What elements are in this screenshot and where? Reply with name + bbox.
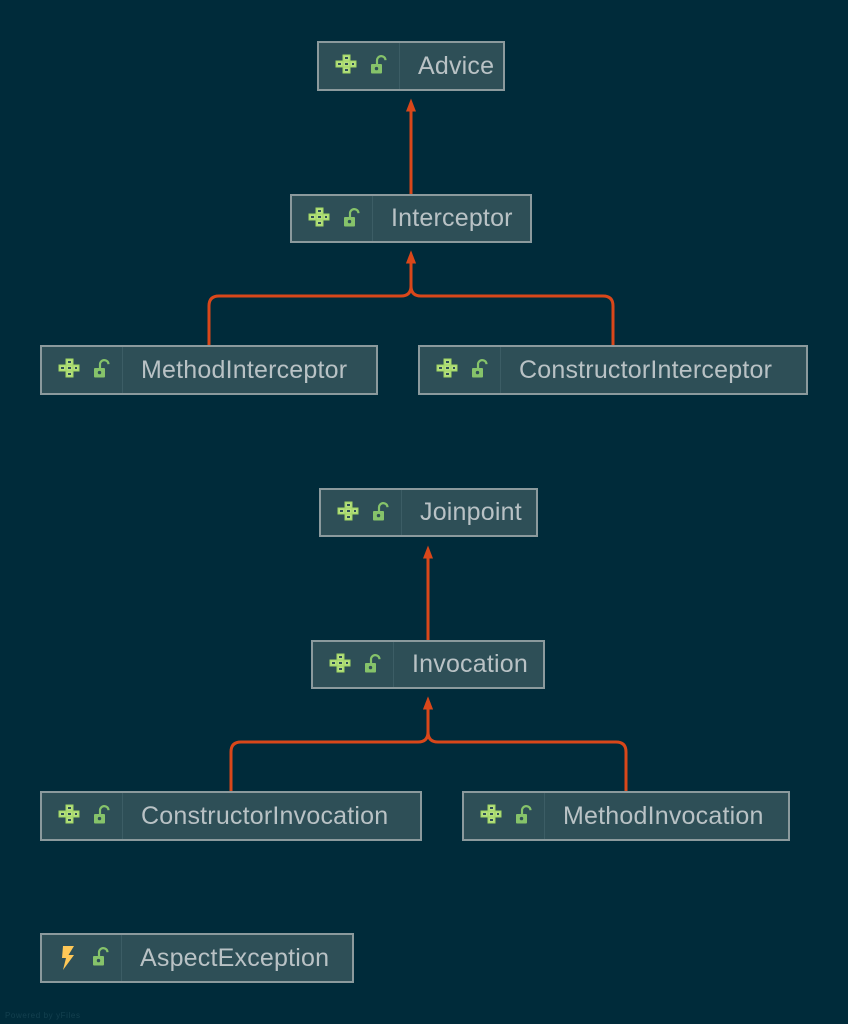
- class-node-method-invocation[interactable]: MethodInvocation: [462, 791, 790, 841]
- interface-icon: [58, 804, 80, 824]
- class-node-aspect-exception[interactable]: AspectException: [40, 933, 354, 983]
- node-icon-group: [42, 793, 123, 839]
- node-icon-group: [321, 490, 402, 535]
- unlocked-padlock-icon: [371, 55, 387, 74]
- class-node-interceptor[interactable]: Interceptor: [290, 194, 532, 243]
- node-icon-group: [420, 347, 501, 393]
- unlocked-padlock-icon: [94, 359, 110, 378]
- unlocked-padlock-icon: [94, 805, 110, 824]
- class-node-label: MethodInvocation: [563, 801, 764, 830]
- node-icon-group: [464, 793, 545, 839]
- class-node-label: Invocation: [412, 650, 528, 678]
- class-node-label: Joinpoint: [420, 498, 522, 526]
- class-node-label: ConstructorInterceptor: [519, 355, 773, 384]
- unlocked-padlock-icon: [472, 359, 488, 378]
- class-node-label: Advice: [418, 51, 495, 80]
- unlocked-padlock-icon: [344, 207, 360, 226]
- node-icon-group: [42, 347, 123, 393]
- unlocked-padlock-icon: [365, 653, 381, 672]
- unlocked-padlock-icon: [516, 805, 532, 824]
- edge-constructor-interceptor-to-interceptor: [406, 250, 615, 345]
- class-node-label: AspectException: [140, 943, 330, 972]
- class-diagram-canvas: Advice Interceptor MethodInterceptor Con…: [0, 0, 848, 1024]
- interface-icon: [308, 207, 330, 226]
- node-icon-group: [42, 935, 122, 981]
- edge-method-interceptor-to-interceptor: [207, 250, 416, 345]
- node-icon-group: [319, 43, 400, 89]
- interface-icon: [480, 804, 502, 824]
- interface-icon: [335, 54, 357, 74]
- class-node-constructor-invocation[interactable]: ConstructorInvocation: [40, 791, 422, 841]
- class-node-label: ConstructorInvocation: [141, 801, 389, 830]
- class-node-advice[interactable]: Advice: [317, 41, 505, 91]
- interface-icon: [337, 501, 359, 520]
- class-node-invocation[interactable]: Invocation: [311, 640, 545, 689]
- class-node-method-interceptor[interactable]: MethodInterceptor: [40, 345, 378, 395]
- class-node-label: Interceptor: [391, 204, 513, 232]
- unlocked-padlock-icon: [93, 947, 109, 966]
- node-icon-group: [292, 196, 373, 241]
- yfiles-watermark: Powered by yFiles: [5, 1011, 81, 1020]
- unlocked-padlock-icon: [373, 501, 389, 520]
- edge-constructor-invocation-to-invocation: [229, 696, 433, 791]
- class-node-joinpoint[interactable]: Joinpoint: [319, 488, 538, 537]
- exception-bolt-icon: [62, 946, 74, 970]
- node-icon-group: [313, 642, 394, 687]
- interface-icon: [436, 358, 458, 378]
- class-node-label: MethodInterceptor: [141, 355, 348, 384]
- edge-method-invocation-to-invocation: [423, 696, 628, 791]
- interface-icon: [58, 358, 80, 378]
- interface-icon: [329, 653, 351, 672]
- class-node-constructor-interceptor[interactable]: ConstructorInterceptor: [418, 345, 808, 395]
